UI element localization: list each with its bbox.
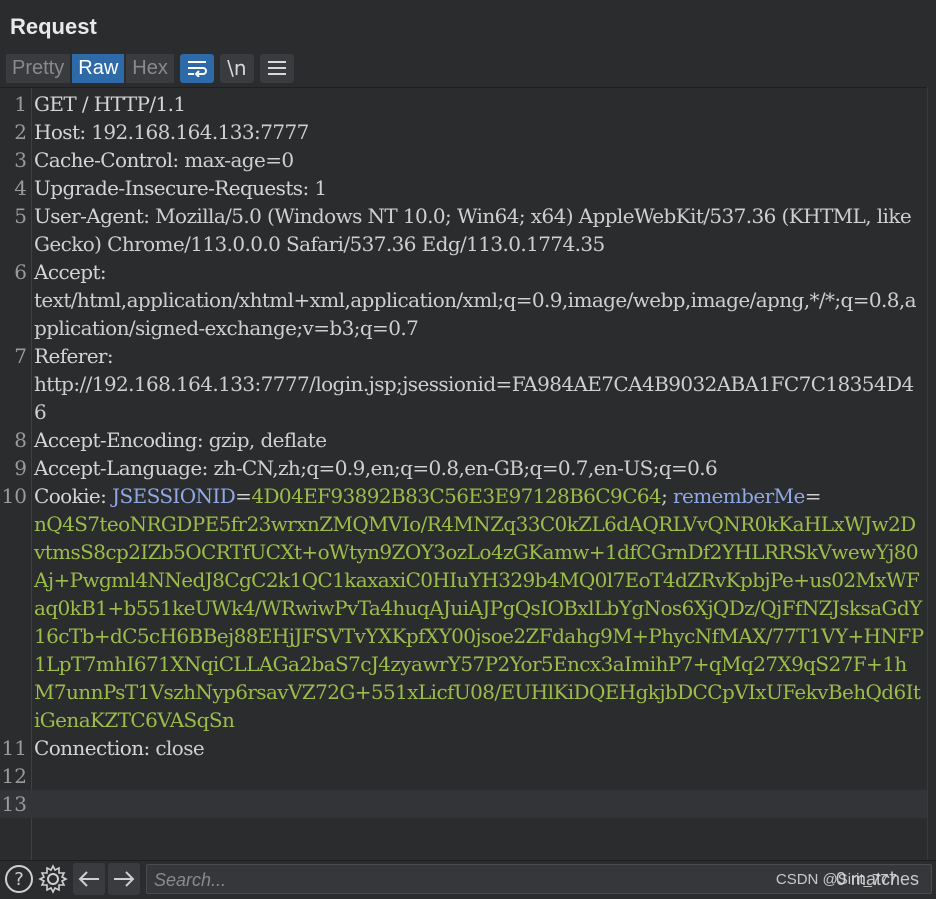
menu-button[interactable] bbox=[259, 53, 294, 83]
arrow-left-icon bbox=[78, 871, 99, 887]
show-newlines-button[interactable]: \n bbox=[219, 53, 254, 83]
header-name: Cache-Control bbox=[34, 148, 173, 172]
tab-pretty[interactable]: Pretty bbox=[6, 53, 71, 83]
newline-label: \n bbox=[227, 56, 247, 80]
header-name: Accept bbox=[34, 260, 101, 284]
header-name: User-Agent bbox=[34, 204, 144, 228]
line-text: Accept-Language: zh-CN,zh;q=0.9,en;q=0.8… bbox=[34, 454, 924, 482]
line-number: 6 bbox=[14, 260, 27, 284]
line-number: 2 bbox=[14, 120, 27, 144]
header-value: = bbox=[235, 484, 252, 508]
gear-icon bbox=[38, 864, 68, 894]
header-name: Referer bbox=[34, 344, 107, 368]
tab-raw[interactable]: Raw bbox=[72, 53, 125, 83]
tab-hex[interactable]: Hex bbox=[126, 53, 174, 83]
header-value: ; bbox=[661, 484, 673, 508]
request-header: Request bbox=[0, 0, 936, 48]
search-box: 0 matches CSDN @Sirit_777 bbox=[146, 864, 932, 895]
code-line[interactable]: 11 Connection: close bbox=[0, 734, 928, 762]
line-text: Cookie: JSESSIONID=4D04EF93892B83C56E3E9… bbox=[34, 482, 924, 734]
header-value: : http://192.168.164.133:7777/login.jsp;… bbox=[34, 344, 914, 424]
line-text: GET / HTTP/1.1 bbox=[34, 90, 924, 118]
line-number: 11 bbox=[1, 736, 27, 760]
header-value: : text/html,application/xhtml+xml,applic… bbox=[34, 260, 917, 340]
cookie-name: rememberMe bbox=[673, 484, 805, 508]
watermark: CSDN @Sirit_777 bbox=[775, 871, 897, 888]
line-number: 3 bbox=[14, 148, 27, 172]
line-number: 1 bbox=[14, 92, 27, 116]
arrow-right-icon bbox=[114, 871, 135, 887]
cookie-name: JSESSIONID bbox=[112, 484, 236, 508]
help-icon: ? bbox=[5, 865, 33, 893]
header-name: Connection bbox=[34, 736, 144, 760]
header-name: Accept-Language bbox=[34, 456, 202, 480]
header-value: = bbox=[804, 484, 822, 508]
next-match-button[interactable] bbox=[108, 863, 140, 895]
previous-match-button[interactable] bbox=[73, 863, 105, 895]
code-line[interactable]: 6 Accept: text/html,application/xhtml+xml… bbox=[0, 258, 928, 342]
code-line[interactable]: 10 Cookie: JSESSIONID=4D04EF93892B83C56E3… bbox=[0, 482, 928, 734]
header-value: : gzip, deflate bbox=[196, 428, 327, 452]
line-text: User-Agent: Mozilla/5.0 (Windows NT 10.0… bbox=[34, 202, 924, 258]
line-text bbox=[34, 762, 924, 790]
code-line[interactable]: 3 Cache-Control: max-age=0 bbox=[0, 146, 928, 174]
line-text bbox=[34, 790, 924, 818]
line-number: 10 bbox=[1, 484, 27, 508]
help-button[interactable]: ? bbox=[3, 863, 35, 895]
vertical-scrollbar[interactable] bbox=[927, 87, 936, 860]
code-area[interactable]: 1 GET / HTTP/1.1 2 Host: 192.168.164.133:77… bbox=[0, 90, 928, 818]
header-name: Host bbox=[34, 120, 80, 144]
code-line[interactable]: 9 Accept-Language: zh-CN,zh;q=0.9,en;q=0.… bbox=[0, 454, 928, 482]
line-text: Cache-Control: max-age=0 bbox=[34, 146, 924, 174]
header-value: : max-age=0 bbox=[172, 148, 294, 172]
line-number: 8 bbox=[14, 428, 27, 452]
line-text: Accept: text/html,application/xhtml+xml,… bbox=[34, 258, 924, 342]
line-number: 4 bbox=[14, 176, 27, 200]
request-editor[interactable]: 1 GET / HTTP/1.1 2 Host: 192.168.164.133:77… bbox=[0, 87, 928, 861]
header-value: : Mozilla/5.0 (Windows NT 10.0; Win64; x… bbox=[34, 204, 917, 256]
search-input[interactable] bbox=[147, 865, 756, 895]
line-number: 12 bbox=[1, 764, 27, 788]
line-text: Upgrade-Insecure-Requests: 1 bbox=[34, 174, 924, 202]
header-value: : close bbox=[143, 736, 205, 760]
panel-title: Request bbox=[10, 14, 97, 39]
code-line[interactable]: 13 bbox=[0, 790, 928, 818]
code-line[interactable]: 4 Upgrade-Insecure-Requests: 1 bbox=[0, 174, 928, 202]
header-value: : bbox=[100, 484, 113, 508]
header-name: Cookie bbox=[34, 484, 101, 508]
cookie-value: nQ4S7teoNRGDPE5fr23wrxnZMQMVIo/R4MNZq33C… bbox=[34, 512, 924, 732]
header-value: : 192.168.164.133:7777 bbox=[79, 120, 309, 144]
header-value: : 1 bbox=[302, 176, 327, 200]
line-text: Connection: close bbox=[34, 734, 924, 762]
line-number: 5 bbox=[14, 204, 27, 228]
line-text: Host: 192.168.164.133:7777 bbox=[34, 118, 924, 146]
settings-button[interactable] bbox=[37, 863, 69, 895]
code-line[interactable]: 7 Referer: http://192.168.164.133:7777/lo… bbox=[0, 342, 928, 426]
view-toolbar: Pretty Raw Hex \n bbox=[6, 53, 294, 83]
header-name: Upgrade-Insecure-Requests bbox=[34, 176, 303, 200]
line-text: Accept-Encoding: gzip, deflate bbox=[34, 426, 924, 454]
header-name: Accept-Encoding bbox=[34, 428, 197, 452]
line-number: 7 bbox=[14, 344, 27, 368]
wrap-lines-icon bbox=[187, 61, 207, 77]
header-value: : zh-CN,zh;q=0.9,en;q=0.8,en-GB;q=0.7,en… bbox=[201, 456, 718, 480]
hamburger-icon bbox=[267, 61, 286, 75]
code-line[interactable]: 1 GET / HTTP/1.1 bbox=[0, 90, 928, 118]
search-footer: ? 0 matches CSDN @Sirit_777 bbox=[0, 860, 936, 899]
line-number: 9 bbox=[14, 456, 27, 480]
header-name: GET / HTTP/1.1 bbox=[34, 92, 186, 116]
line-number: 13 bbox=[1, 792, 27, 816]
cookie-value: 4D04EF93892B83C56E3E97128B6C9C64 bbox=[251, 484, 662, 508]
svg-text:?: ? bbox=[14, 869, 24, 890]
line-text: Referer: http://192.168.164.133:7777/log… bbox=[34, 342, 924, 426]
code-line[interactable]: 5 User-Agent: Mozilla/5.0 (Windows NT 10.… bbox=[0, 202, 928, 258]
code-line[interactable]: 8 Accept-Encoding: gzip, deflate bbox=[0, 426, 928, 454]
code-line[interactable]: 2 Host: 192.168.164.133:7777 bbox=[0, 118, 928, 146]
wrap-lines-button[interactable] bbox=[179, 53, 214, 83]
code-line[interactable]: 12 bbox=[0, 762, 928, 790]
